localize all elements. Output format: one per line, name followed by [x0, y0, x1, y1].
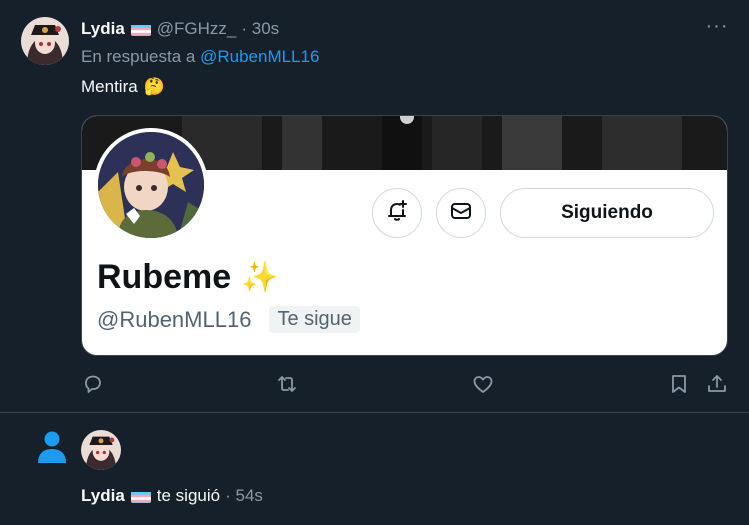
bookmark-icon[interactable] — [667, 372, 691, 396]
thinking-face-emoji: 🤔 — [143, 77, 165, 96]
notification-bell-icon — [385, 199, 409, 228]
author-handle[interactable]: @FGHzz_ — [157, 19, 237, 39]
trans-flag-icon — [130, 23, 151, 36]
follow-notification[interactable]: Lydia te siguió · 54s — [0, 413, 749, 525]
tweet[interactable]: Lydia @FGHzz_ · 30s ··· En respuesta a @… — [0, 0, 749, 413]
profile-handle[interactable]: @RubenMLL16 — [97, 307, 251, 333]
trans-flag-icon — [130, 490, 151, 503]
notification-bell-button[interactable] — [372, 188, 422, 238]
message-envelope-icon — [449, 199, 473, 228]
follower-name[interactable]: Lydia — [81, 486, 125, 506]
tweet-text: Mentira 🤔 — [81, 77, 165, 97]
tweet-actions — [81, 372, 731, 396]
profile-avatar[interactable] — [94, 128, 208, 242]
profile-card[interactable]: Siguiendo Rubeme ✨ @RubenMLL16 Te sigue — [81, 115, 728, 356]
follower-avatar[interactable] — [81, 430, 121, 470]
more-options-icon[interactable]: ··· — [705, 16, 729, 38]
reply-handle-link[interactable]: @RubenMLL16 — [200, 47, 319, 66]
retweet-icon[interactable] — [275, 372, 299, 396]
tweet-text-content: Mentira — [81, 77, 138, 96]
following-button[interactable]: Siguiendo — [500, 188, 714, 238]
tweet-header: Lydia @FGHzz_ · 30s — [81, 19, 279, 39]
reply-prefix: En respuesta a — [81, 47, 196, 66]
notification-text: Lydia te siguió · 54s — [81, 486, 263, 506]
profile-handle-row: @RubenMLL16 Te sigue — [97, 306, 360, 333]
notification-time: · 54s — [225, 486, 263, 505]
like-icon[interactable] — [471, 372, 495, 396]
tweet-time[interactable]: · 30s — [241, 19, 279, 39]
message-button[interactable] — [436, 188, 486, 238]
reply-context: En respuesta a @RubenMLL16 — [81, 47, 319, 67]
share-icon[interactable] — [705, 372, 729, 396]
profile-display-name[interactable]: Rubeme ✨ — [97, 258, 279, 297]
sparkles-emoji: ✨ — [241, 261, 279, 294]
author-name[interactable]: Lydia — [81, 19, 125, 39]
profile-display-name-text: Rubeme — [97, 258, 232, 296]
author-avatar[interactable] — [21, 17, 69, 65]
follows-you-badge: Te sigue — [269, 306, 360, 333]
reply-icon[interactable] — [81, 372, 105, 396]
person-icon — [37, 430, 67, 464]
notification-action: te siguió — [156, 486, 221, 505]
